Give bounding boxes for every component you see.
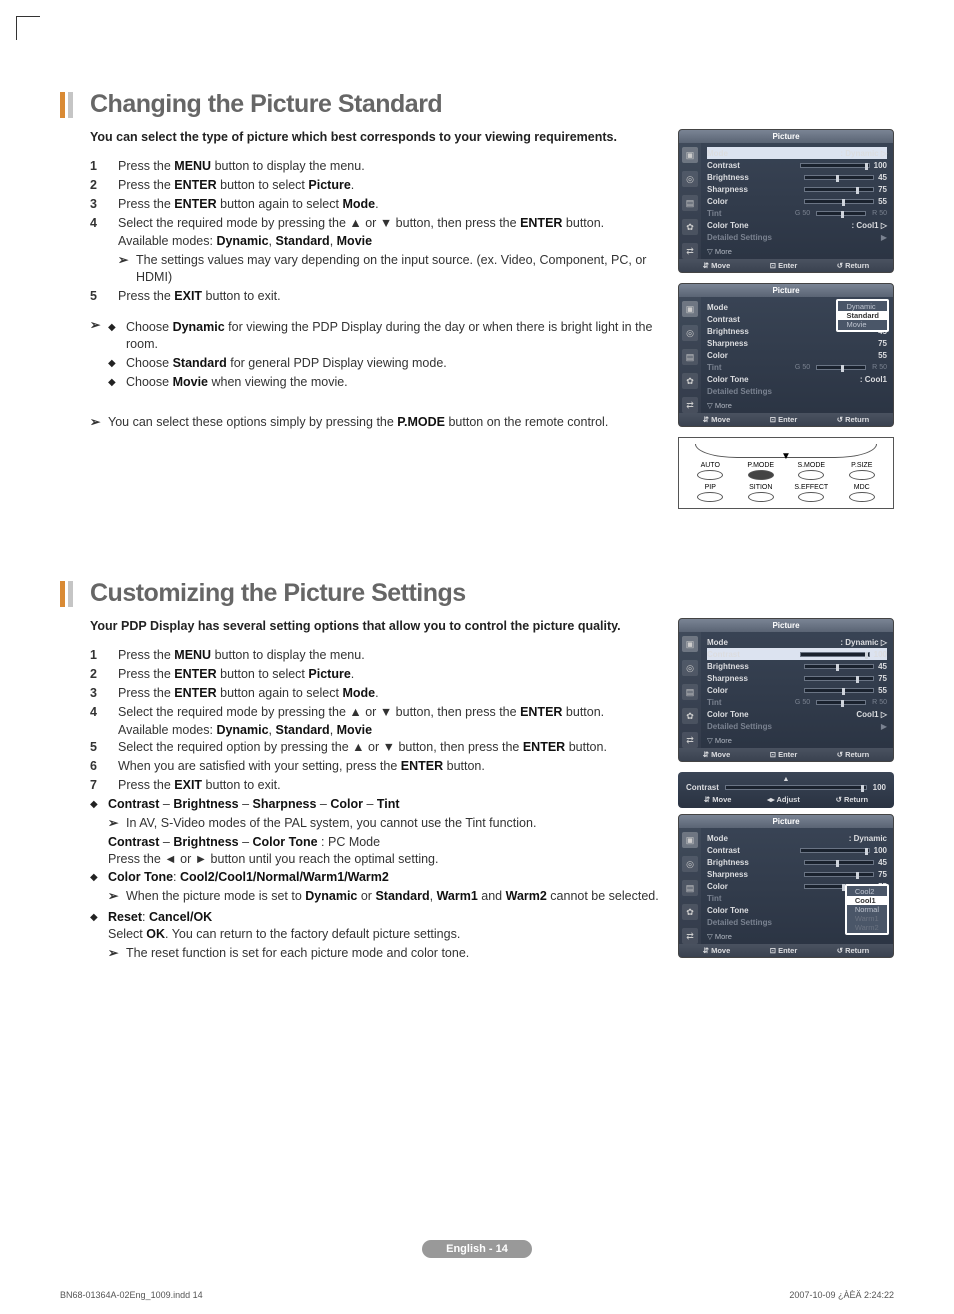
diamond-icon: ◆ <box>90 869 108 885</box>
osd-picture-contrast: Picture ▣◎▤✿⇄ Mode: Dynamic ▷ Contrast10… <box>678 618 894 762</box>
bullet-group: ➢ ◆ Choose Dynamic for viewing the PDP D… <box>90 317 660 393</box>
diamond-icon: ◆ <box>90 796 108 812</box>
pmode-note: ➢ You can select these options simply by… <box>90 414 660 431</box>
imprint-filename: BN68-01364A-02Eng_1009.indd 14 <box>60 1290 203 1300</box>
input-icon: ⇄ <box>682 397 698 413</box>
section-title-row: Changing the Picture Standard <box>60 90 894 119</box>
text-column: Your PDP Display has several setting opt… <box>60 618 660 968</box>
available-modes: Available modes: Dynamic, Standard, Movi… <box>118 233 660 250</box>
remote-arc: ▼ <box>695 444 877 458</box>
setup-icon: ✿ <box>682 219 698 235</box>
content-row: You can select the type of picture which… <box>60 129 894 509</box>
osd-icon-column: ▣ ◎ ▤ ✿ ⇄ <box>679 297 701 413</box>
bar-accent <box>60 92 65 118</box>
remote-btn-seffect: S.EFFECT <box>791 484 831 502</box>
section-customizing-picture: Customizing the Picture Settings Your PD… <box>60 579 894 968</box>
note-row: ➢ The settings values may vary depending… <box>118 252 660 286</box>
note-text: The settings values may vary depending o… <box>136 252 660 286</box>
input-icon: ⇄ <box>682 243 698 259</box>
dropdown-item-selected: Cool1 <box>847 896 887 905</box>
mode-dropdown: Dynamic Standard Movie <box>836 299 889 332</box>
bullet-row: ◆ Choose Movie when viewing the movie. <box>108 374 660 391</box>
sound-icon: ◎ <box>682 171 698 187</box>
intro-text: You can select the type of picture which… <box>90 129 660 146</box>
remote-btn-pmode: P.MODE <box>741 462 781 480</box>
osd-contrast-adjust: ▲ Contrast100 ⇵ Move◂▸ Adjust↺ Return <box>678 772 894 808</box>
section-changing-picture-standard: Changing the Picture Standard You can se… <box>60 90 894 509</box>
bullet-text: Choose Standard for general PDP Display … <box>126 355 447 372</box>
intro-text: Your PDP Display has several setting opt… <box>90 618 660 635</box>
bullet-row: ◆ Choose Standard for general PDP Displa… <box>108 355 660 372</box>
steps-list: 1Press the MENU button to display the me… <box>90 158 660 232</box>
page-number-pill: English - 14 <box>422 1240 532 1258</box>
diamond-icon: ◆ <box>108 355 126 371</box>
manual-page: Changing the Picture Standard You can se… <box>0 0 954 1314</box>
diamond-icon: ◆ <box>90 909 108 925</box>
dropdown-item: Movie <box>838 320 887 329</box>
bullet-row: ◆ Contrast – Brightness – Sharpness – Co… <box>90 796 660 868</box>
channel-icon: ▤ <box>682 195 698 211</box>
osd-main: Dynamic Standard Movie Mode: Contrast100… <box>701 297 893 413</box>
dropdown-item: Cool2 <box>847 887 887 896</box>
crop-mark <box>16 16 40 40</box>
osd-picture-menu: Picture ▣ ◎ ▤ ✿ ⇄ Mode: Dynamic ▷ Contra… <box>678 129 894 273</box>
dropdown-item-disabled: Warm2 <box>847 923 887 932</box>
steps-list-cont: 5Press the EXIT button to exit. <box>90 288 660 305</box>
step-text: Press the ENTER button to select Picture… <box>118 177 660 194</box>
remote-btn-smode: S.MODE <box>791 462 831 480</box>
remote-btn-pip: PIP <box>690 484 730 502</box>
osd-icon-column: ▣ ◎ ▤ ✿ ⇄ <box>679 143 701 259</box>
setup-icon: ✿ <box>682 373 698 389</box>
picture-icon: ▣ <box>682 147 698 163</box>
text-column: You can select the type of picture which… <box>60 129 660 509</box>
imprint-timestamp: 2007-10-09 ¿ÀÈÄ 2:24:22 <box>789 1290 894 1300</box>
side-column: Picture ▣ ◎ ▤ ✿ ⇄ Mode: Dynamic ▷ Contra… <box>678 129 894 509</box>
bar-gray <box>68 92 73 118</box>
note-icon: ➢ <box>90 414 108 431</box>
step-text: Select the required mode by pressing the… <box>118 215 660 232</box>
note-icon: ➢ <box>90 317 108 334</box>
osd-title: Picture <box>679 284 893 297</box>
side-column: Picture ▣◎▤✿⇄ Mode: Dynamic ▷ Contrast10… <box>678 618 894 968</box>
osd-row-mode: Mode: Dynamic ▷ <box>707 147 887 159</box>
note-icon: ➢ <box>118 252 136 269</box>
diamond-icon: ◆ <box>108 374 126 390</box>
diamond-icon: ◆ <box>108 319 126 335</box>
bullet-text: Choose Dynamic for viewing the PDP Displ… <box>126 319 660 353</box>
remote-btn-psize: P.SIZE <box>842 462 882 480</box>
osd-picture-colortone: Picture ▣◎▤✿⇄ Mode: Dynamic Contrast100 … <box>678 814 894 958</box>
dropdown-item: Normal <box>847 905 887 914</box>
bullet-text: Choose Movie when viewing the movie. <box>126 374 348 391</box>
title-bars <box>60 92 76 118</box>
section-title: Customizing the Picture Settings <box>90 579 466 608</box>
osd-main: Mode: Dynamic ▷ Contrast100 Brightness45… <box>701 143 893 259</box>
section-title: Changing the Picture Standard <box>90 90 442 119</box>
dropdown-item-selected: Standard <box>838 311 887 320</box>
imprint-row: BN68-01364A-02Eng_1009.indd 14 2007-10-0… <box>60 1290 894 1300</box>
osd-picture-menu-dropdown: Picture ▣ ◎ ▤ ✿ ⇄ Dynamic Standar <box>678 283 894 427</box>
picture-icon: ▣ <box>682 301 698 317</box>
channel-icon: ▤ <box>682 349 698 365</box>
bullet-row: ◆ Color Tone: Cool2/Cool1/Normal/Warm1/W… <box>90 869 660 907</box>
bullet-row: ◆ Reset: Cancel/OK Select OK. You can re… <box>90 909 660 964</box>
colortone-dropdown: Cool2 Cool1 Normal Warm1 Warm2 <box>845 884 889 935</box>
step-text: Press the EXIT button to exit. <box>118 288 660 305</box>
step-text: Press the ENTER button again to select M… <box>118 196 660 213</box>
remote-btn-sition: SITION <box>741 484 781 502</box>
page-footer: English - 14 <box>0 1239 954 1258</box>
step-text: Press the MENU button to display the men… <box>118 158 660 175</box>
note-text: You can select these options simply by p… <box>108 414 608 431</box>
osd-title: Picture <box>679 130 893 143</box>
osd-footer: ⇵ Move⊡ Enter↺ Return <box>679 259 893 272</box>
bullet-row: ◆ Choose Dynamic for viewing the PDP Dis… <box>108 319 660 353</box>
remote-btn-auto: AUTO <box>690 462 730 480</box>
remote-diagram: ▼ AUTO P.MODE S.MODE P.SIZE PIP SITION S… <box>678 437 894 509</box>
down-arrow-icon: ▼ <box>781 451 791 462</box>
sound-icon: ◎ <box>682 325 698 341</box>
dropdown-item: Dynamic <box>838 302 887 311</box>
remote-btn-mdc: MDC <box>842 484 882 502</box>
dropdown-item-disabled: Warm1 <box>847 914 887 923</box>
